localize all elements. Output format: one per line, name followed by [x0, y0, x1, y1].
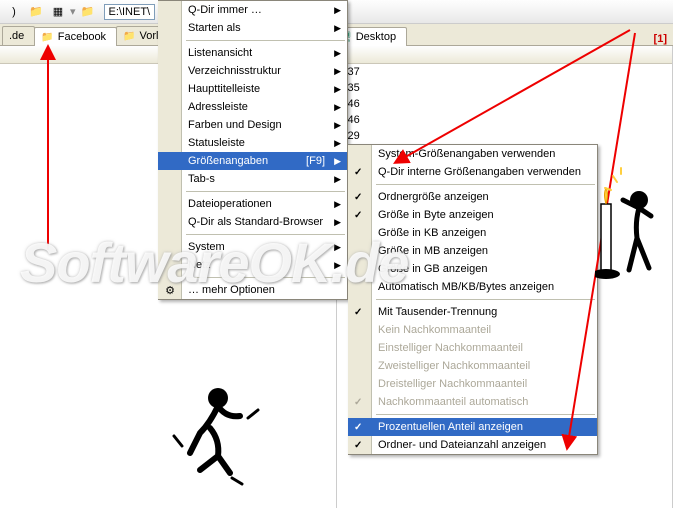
menu-item[interactable]: Q-Dir als Standard-Browser▶ [158, 213, 347, 231]
candle-clipart [595, 160, 665, 290]
tab-badge: [1] [654, 33, 673, 45]
menu-item[interactable]: Größenangaben[F9]▶ [158, 152, 347, 170]
menu-item[interactable]: Verzeichnisstruktur▶ [158, 62, 347, 80]
menu-item[interactable]: ✓Prozentuellen Anteil anzeigen [348, 418, 597, 436]
chevron-right-icon: ▶ [334, 66, 341, 77]
menu-item[interactable]: ✓Q-Dir interne Größenangaben verwenden [348, 163, 597, 181]
grid-icon[interactable]: ▦ [48, 2, 68, 22]
menu-item: Einstelliger Nachkommaanteil [348, 339, 597, 357]
folder2-icon[interactable]: 📁 [78, 2, 98, 22]
menu-item[interactable]: Q-Dir immer …▶ [158, 1, 347, 19]
skater-clipart [170, 378, 280, 488]
menu-item[interactable]: ✓Mit Tausender-Trennung [348, 303, 597, 321]
chevron-right-icon: ▶ [334, 138, 341, 149]
chevron-right-icon: ▶ [334, 199, 341, 210]
chevron-right-icon: ▶ [334, 120, 341, 131]
chevron-right-icon: ▶ [334, 84, 341, 95]
chevron-right-icon: ▶ [334, 5, 341, 16]
time-row[interactable]: :35 [337, 82, 673, 98]
tab-de[interactable]: .de [2, 26, 35, 45]
menu-item[interactable]: Tab-s▶ [158, 170, 347, 188]
menu-item: ✓Nachkommaanteil automatisch [348, 393, 597, 411]
chevron-right-icon: ▶ [334, 174, 341, 185]
size-submenu: System-Größenangaben verwenden✓Q-Dir int… [348, 144, 598, 455]
menu-item[interactable]: Haupttitelleiste▶ [158, 80, 347, 98]
menu-item[interactable]: System-Größenangaben verwenden [348, 145, 597, 163]
path-field[interactable]: E:\INET\ [104, 4, 156, 20]
chevron-right-icon: ▶ [334, 48, 341, 59]
menu-item[interactable]: ✓Ordnergröße anzeigen [348, 188, 597, 206]
menu-item[interactable]: Farben und Design▶ [158, 116, 347, 134]
time-list: :37:35:46:46:29 [337, 64, 673, 148]
menu-item[interactable]: Starten als▶ [158, 19, 347, 37]
time-row[interactable]: :46 [337, 98, 673, 114]
chevron-right-icon: ▶ [334, 156, 341, 167]
right-tabs: 🖥Desktop [1] [330, 24, 673, 46]
time-row[interactable]: :37 [337, 66, 673, 82]
menu-item[interactable]: Dateioperationen▶ [158, 195, 347, 213]
tab-facebook[interactable]: 📁Facebook [34, 27, 117, 46]
menu-item[interactable]: Statusleiste▶ [158, 134, 347, 152]
back-button[interactable]: ) [4, 2, 24, 22]
watermark: SoftwareOK.de [20, 230, 408, 295]
menu-item: Zweistelliger Nachkommaanteil [348, 357, 597, 375]
menu-item[interactable]: ✓Ordner- und Dateianzahl anzeigen [348, 436, 597, 454]
column-header-r[interactable] [337, 46, 673, 64]
menu-item[interactable]: ✓Größe in Byte anzeigen [348, 206, 597, 224]
folder-icon[interactable]: 📁 [26, 2, 46, 22]
menu-item[interactable]: Listenansicht▶ [158, 44, 347, 62]
time-row[interactable]: :46 [337, 114, 673, 130]
menu-item[interactable]: Adressleiste▶ [158, 98, 347, 116]
menu-item: Dreistelliger Nachkommaanteil [348, 375, 597, 393]
chevron-right-icon: ▶ [334, 217, 341, 228]
chevron-right-icon: ▶ [334, 23, 341, 34]
menu-item: Kein Nachkommaanteil [348, 321, 597, 339]
chevron-right-icon: ▶ [334, 102, 341, 113]
